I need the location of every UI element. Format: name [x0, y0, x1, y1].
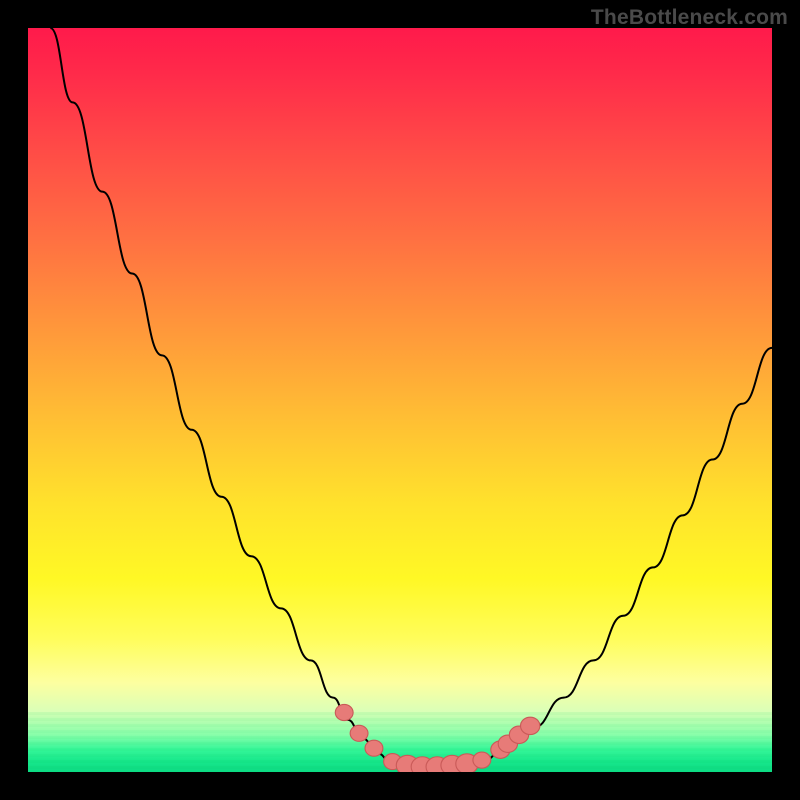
marker-group — [335, 704, 540, 772]
data-marker — [473, 752, 491, 768]
curve-group — [50, 28, 772, 768]
data-marker — [350, 725, 368, 741]
chart-svg — [28, 28, 772, 772]
watermark-label: TheBottleneck.com — [591, 6, 788, 30]
curve-left-branch — [50, 28, 392, 765]
plot-area — [28, 28, 772, 772]
curve-right-branch — [482, 348, 772, 762]
chart-frame: TheBottleneck.com — [0, 0, 800, 800]
data-marker — [365, 740, 383, 756]
data-marker — [335, 704, 353, 720]
data-marker — [521, 717, 540, 734]
